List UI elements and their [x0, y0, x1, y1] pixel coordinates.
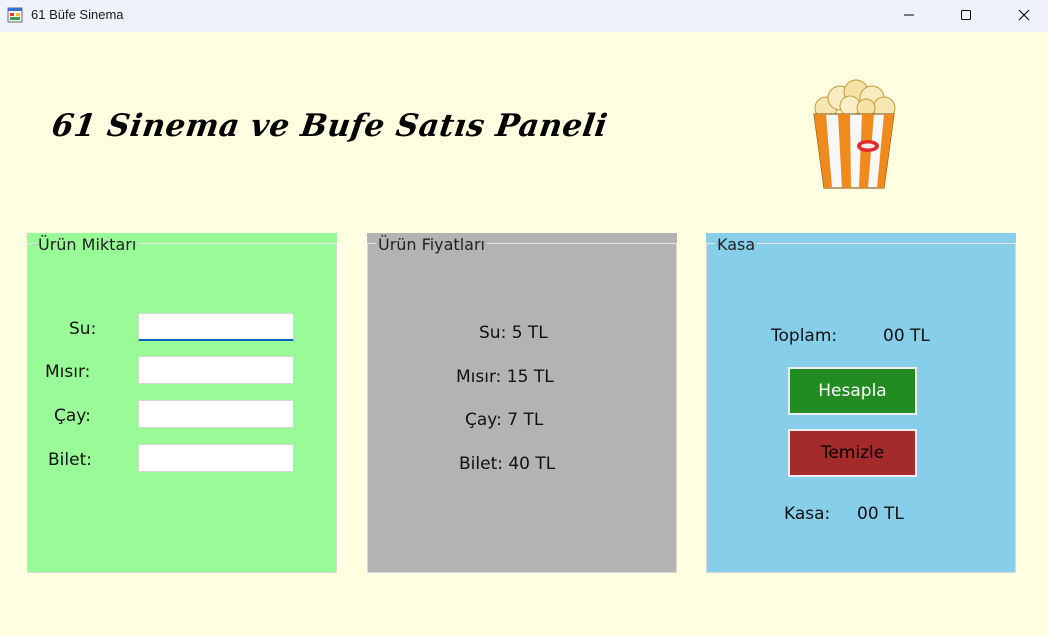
close-icon	[1018, 9, 1030, 21]
window-title: 61 Büfe Sinema	[31, 7, 124, 22]
maximize-icon	[961, 10, 971, 20]
bilet-price: Bilet: 40 TL	[459, 454, 556, 474]
kasa-group: Kasa Toplam: 00 TL Hesapla Temizle Kasa:…	[706, 233, 1016, 573]
minimize-icon	[904, 14, 914, 16]
bilet-label: Bilet:	[48, 450, 92, 470]
kasa-title: Kasa	[715, 235, 758, 254]
group-border	[367, 243, 677, 573]
maximize-button[interactable]	[943, 0, 989, 30]
urun-miktari-title: Ürün Miktarı	[36, 235, 139, 254]
bilet-input[interactable]	[138, 444, 294, 472]
close-button[interactable]	[1001, 0, 1047, 30]
title-bar: 61 Büfe Sinema	[0, 0, 1048, 32]
popcorn-icon	[813, 79, 896, 189]
cay-price: Çay: 7 TL	[465, 410, 544, 430]
hesapla-button[interactable]: Hesapla	[788, 367, 917, 415]
cay-input[interactable]	[138, 400, 294, 428]
misir-label: Mısır:	[45, 362, 91, 382]
toplam-value: 00 TL	[883, 326, 930, 346]
su-label: Su:	[69, 319, 97, 339]
su-price: Su: 5 TL	[479, 323, 548, 343]
kasa-value: 00 TL	[857, 504, 904, 524]
minimize-button[interactable]	[886, 0, 932, 30]
temizle-button[interactable]: Temizle	[788, 429, 917, 477]
kasa-label: Kasa:	[784, 504, 831, 524]
toplam-label: Toplam:	[771, 326, 838, 346]
cay-label: Çay:	[54, 406, 91, 426]
page-title: 61 Sinema ve Bufe Satıs Paneli	[49, 108, 610, 144]
misir-input[interactable]	[138, 356, 294, 384]
urun-fiyatlari-group: Ürün Fiyatları Su: 5 TL Mısır: 15 TL Çay…	[367, 233, 677, 573]
su-input[interactable]	[138, 313, 294, 341]
misir-price: Mısır: 15 TL	[456, 367, 554, 387]
urun-miktari-group: Ürün Miktarı Su: Mısır: Çay: Bilet:	[27, 233, 337, 573]
app-window-icon	[7, 7, 23, 23]
urun-fiyatlari-title: Ürün Fiyatları	[376, 235, 487, 254]
